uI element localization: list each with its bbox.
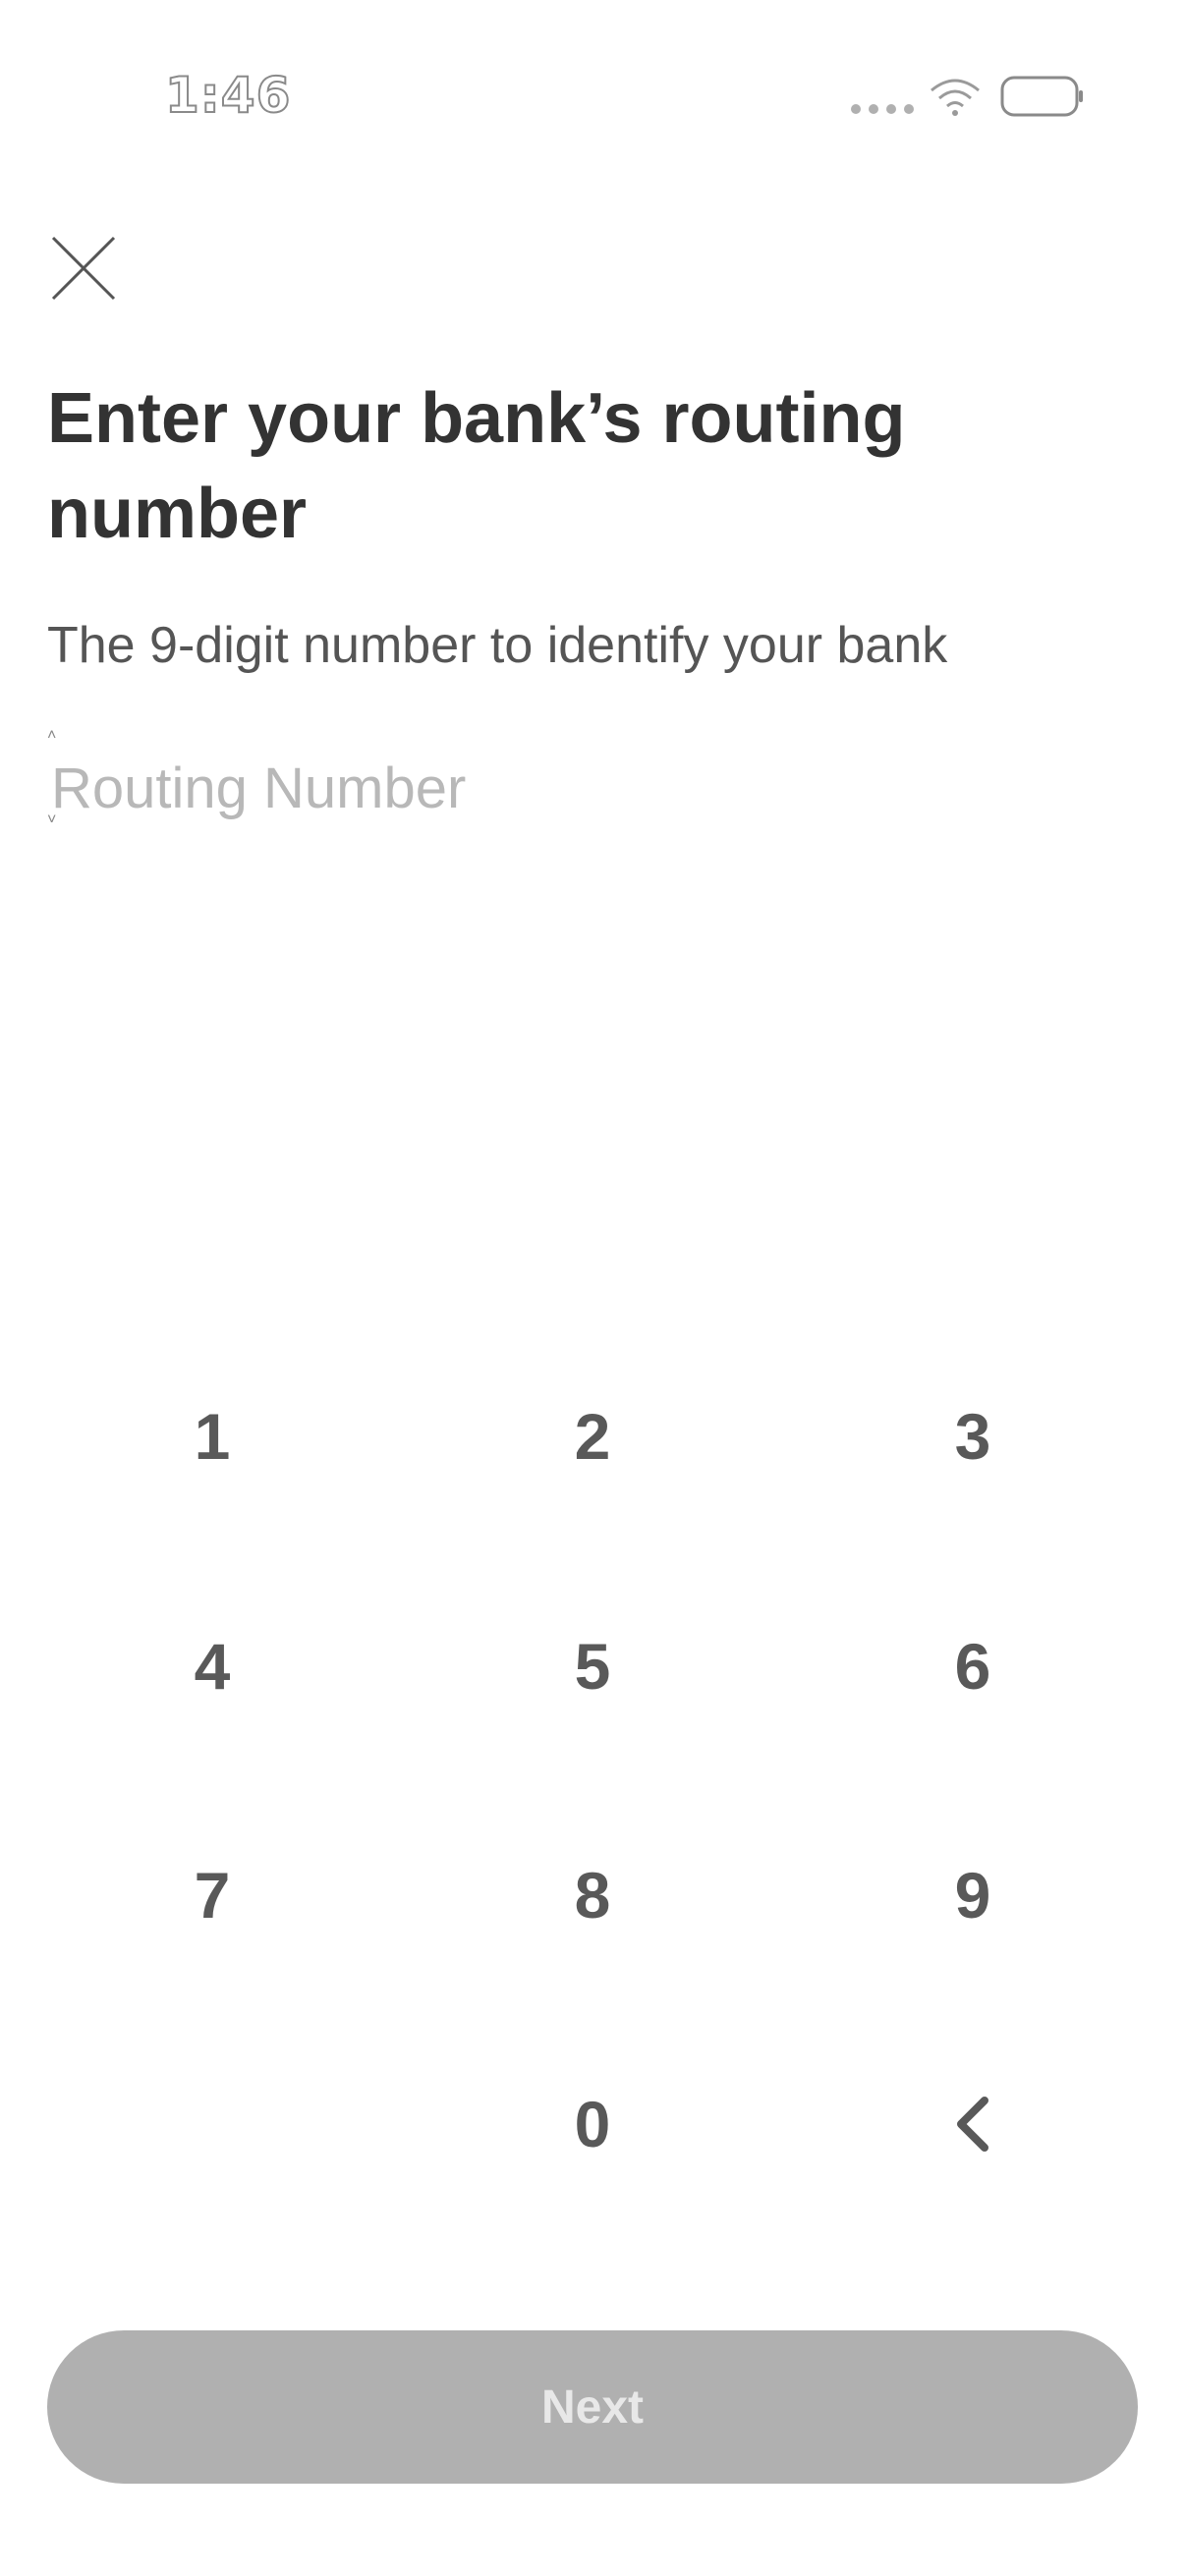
key-6[interactable]: 6: [825, 1578, 1120, 1755]
close-icon[interactable]: [49, 234, 118, 303]
key-2[interactable]: 2: [445, 1348, 740, 1525]
status-time: 1:46: [164, 66, 292, 125]
signal-dots-icon: [851, 104, 914, 114]
page-title: Enter your bank’s routing number: [47, 379, 906, 553]
numeric-keypad: 1 2 3 4 5 6 7 8 9 0: [0, 1324, 1185, 2240]
chevron-left-icon: [957, 2097, 988, 2152]
key-8[interactable]: 8: [445, 1807, 740, 1984]
key-0[interactable]: 0: [445, 2036, 740, 2212]
cursor-bottom-marker: ˅: [47, 812, 57, 828]
wifi-icon: [931, 79, 980, 116]
next-button[interactable]: Next: [47, 2330, 1138, 2484]
battery-icon: [1000, 76, 1083, 117]
key-4[interactable]: 4: [65, 1578, 360, 1755]
status-bar: 1:46: [0, 0, 1185, 147]
key-9[interactable]: 9: [825, 1807, 1120, 1984]
key-7[interactable]: 7: [65, 1807, 360, 1984]
routing-number-input[interactable]: [47, 739, 1132, 837]
backspace-button[interactable]: [825, 2036, 1120, 2212]
page-subtitle: The 9-digit number to identify your bank: [47, 617, 948, 674]
key-1[interactable]: 1: [65, 1348, 360, 1525]
key-3[interactable]: 3: [825, 1348, 1120, 1525]
key-5[interactable]: 5: [445, 1578, 740, 1755]
